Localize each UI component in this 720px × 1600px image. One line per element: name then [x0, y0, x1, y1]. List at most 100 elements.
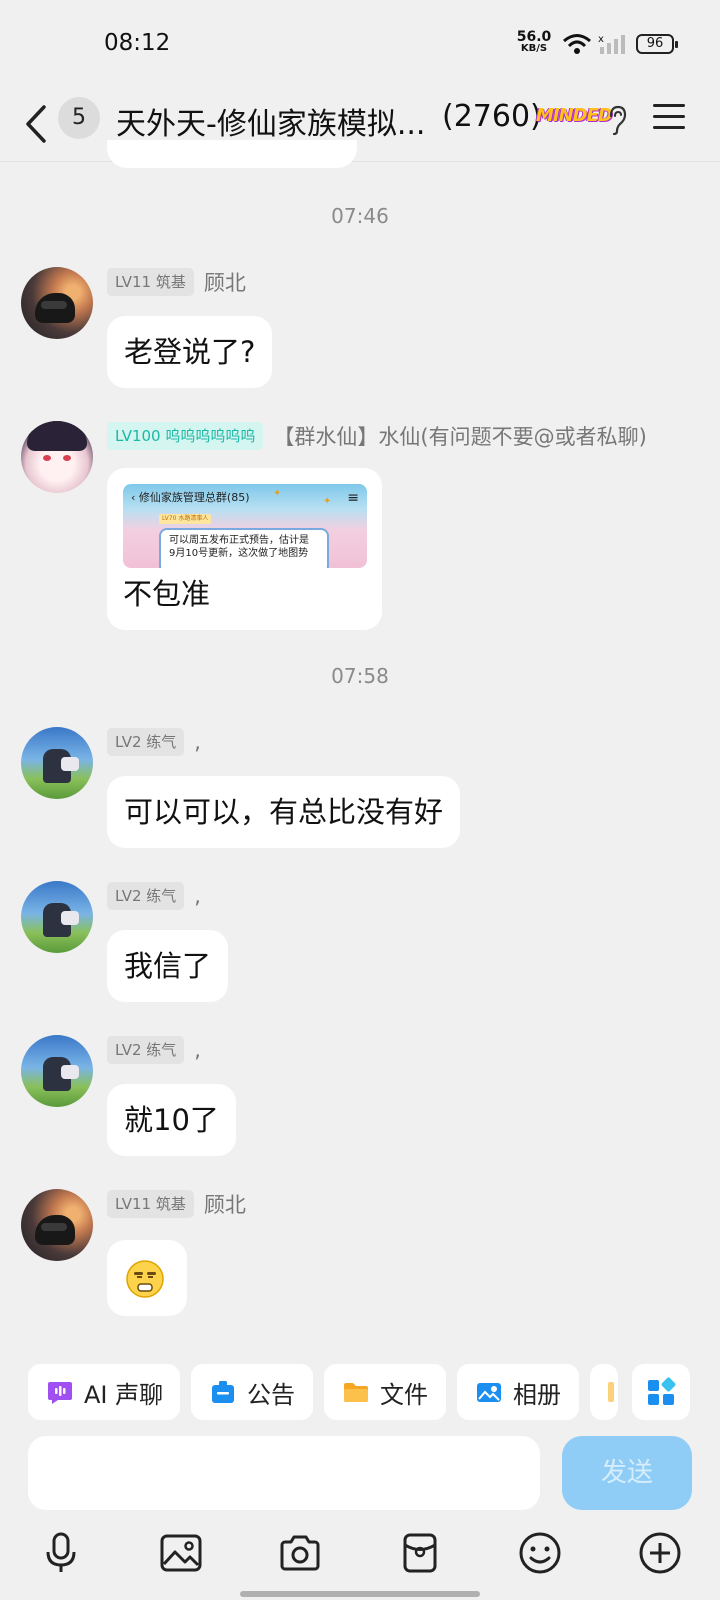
quick-action-album[interactable]: 相册 — [457, 1364, 579, 1420]
sender-row: LV11 筑基 顾北 — [107, 1190, 246, 1218]
timestamp: 07:58 — [331, 664, 389, 688]
avatar[interactable] — [21, 1189, 93, 1261]
network-speed: 56.0 KB/S — [516, 30, 552, 54]
image-message-bubble[interactable]: ‹ 修仙家族管理总群(85) ≡ ✦ ✦ LV70 水路清事人 可以周五发布正式… — [107, 468, 382, 630]
avatar-figure-detail — [61, 1065, 79, 1079]
level-badge: LV11 筑基 — [107, 1190, 194, 1218]
avatar-figure-detail — [61, 757, 79, 771]
sender-nickname[interactable]: , — [194, 1038, 201, 1062]
signal-icon: x — [598, 34, 625, 54]
apps-grid-icon — [648, 1377, 676, 1405]
sender-nickname[interactable]: 顾北 — [204, 1189, 246, 1219]
unread-count-badge[interactable]: 5 — [58, 97, 100, 139]
avatar-eye — [43, 455, 51, 461]
album-icon — [477, 1383, 501, 1402]
thumbnail-back-icon: ‹ — [131, 491, 139, 504]
announcement-icon — [212, 1381, 234, 1403]
emoji-icon — [519, 1532, 561, 1574]
thumbnail-menu-icon: ≡ — [347, 490, 359, 506]
message-text: 不包准 — [123, 577, 211, 611]
quick-action-ai-voice[interactable]: AI 声聊 — [28, 1364, 180, 1420]
sender-nickname[interactable]: , — [194, 730, 201, 754]
wifi-icon — [563, 34, 591, 54]
send-button[interactable]: 发送 — [562, 1436, 692, 1510]
back-arrow-icon[interactable] — [24, 104, 48, 144]
level-badge: LV2 练气 — [107, 1036, 185, 1064]
home-indicator[interactable] — [240, 1591, 480, 1597]
plus-button[interactable] — [635, 1528, 685, 1578]
ai-voice-icon — [48, 1382, 72, 1404]
timestamp: 07:46 — [331, 204, 389, 228]
avatar-visor — [41, 1223, 67, 1231]
thumbnail-text-line: 可以周五发布正式预告，估计是 — [169, 535, 309, 546]
previous-message-bubble[interactable] — [107, 140, 357, 168]
ear-icon[interactable] — [606, 104, 628, 136]
status-time: 08:12 — [104, 30, 171, 56]
smirk-face-emoji-icon — [126, 1260, 164, 1298]
sender-row: LV100 呜呜呜呜呜呜 【群水仙】水仙(有问题不要@或者私聊) — [107, 422, 647, 450]
bird-decoration: ✦ — [273, 488, 282, 499]
input-toolbar — [0, 1528, 720, 1578]
level-badge: LV100 呜呜呜呜呜呜 — [107, 422, 264, 450]
screenshot-thumbnail[interactable]: ‹ 修仙家族管理总群(85) ≡ ✦ ✦ LV70 水路清事人 可以周五发布正式… — [123, 484, 367, 568]
sender-row: LV2 练气 , — [107, 1036, 201, 1064]
sender-nickname[interactable]: 顾北 — [204, 267, 246, 297]
menu-icon[interactable] — [652, 102, 686, 132]
thumbnail-text-line: 9月10号更新，这次做了地图势 — [169, 548, 309, 559]
sender-row: LV2 练气 , — [107, 882, 201, 910]
sender-nickname[interactable]: , — [194, 884, 201, 908]
quick-action-label: AI 声聊 — [84, 1380, 164, 1409]
camera-icon — [280, 1535, 320, 1571]
status-bar: 08:12 56.0 KB/S x 96 — [0, 0, 720, 88]
bird-decoration: ✦ — [323, 496, 332, 507]
emoji-button[interactable] — [515, 1528, 565, 1578]
message-bubble[interactable]: 就10了 — [107, 1084, 236, 1156]
quick-actions-bar: AI 声聊 公告 文件 相册 — [0, 1364, 720, 1420]
avatar[interactable] — [21, 1035, 93, 1107]
message-bubble[interactable]: 可以可以，有总比没有好 — [107, 776, 461, 848]
level-badge: LV11 筑基 — [107, 268, 194, 296]
message-bubble[interactable]: 老登说了? — [107, 316, 273, 388]
sender-row: LV2 练气 , — [107, 728, 201, 756]
svg-text:x: x — [598, 34, 604, 45]
avatar[interactable] — [21, 421, 93, 493]
network-speed-value: 56.0 — [516, 29, 552, 45]
member-count[interactable]: (2760) — [442, 99, 542, 134]
avatar-hair — [27, 421, 87, 451]
quick-action-label: 公告 — [247, 1380, 295, 1409]
voice-button[interactable] — [36, 1528, 86, 1578]
microphone-icon — [46, 1532, 76, 1572]
level-badge: LV2 练气 — [107, 728, 185, 756]
image-button[interactable] — [156, 1528, 206, 1578]
avatar-visor — [41, 301, 67, 309]
red-packet-button[interactable] — [395, 1528, 445, 1578]
sender-nickname[interactable]: 【群水仙】水仙(有问题不要@或者私聊) — [273, 421, 646, 451]
red-packet-icon — [403, 1533, 437, 1573]
plus-icon — [639, 1532, 681, 1574]
network-speed-unit: KB/S — [520, 43, 548, 54]
message-bubble[interactable]: 我信了 — [107, 930, 229, 1002]
avatar-eye — [63, 455, 71, 461]
quick-action-label: 相册 — [513, 1380, 561, 1409]
thumbnail-message-card: 可以周五发布正式预告，估计是 9月10号更新，这次做了地图势 — [159, 528, 329, 568]
partial-icon — [608, 1382, 614, 1402]
camera-button[interactable] — [275, 1528, 325, 1578]
sticker-bubble[interactable] — [107, 1240, 187, 1316]
avatar[interactable] — [21, 267, 93, 339]
avatar[interactable] — [21, 881, 93, 953]
thumbnail-level-badge: LV70 水路清事人 — [159, 514, 212, 524]
avatar-figure-detail — [61, 911, 79, 925]
quick-action-announcement[interactable]: 公告 — [191, 1364, 313, 1420]
minded-tag[interactable]: MINDED — [536, 105, 613, 126]
quick-action-label: 文件 — [380, 1380, 428, 1409]
group-title[interactable]: 天外天-修仙家族模拟... — [116, 99, 425, 143]
message-input[interactable] — [28, 1436, 540, 1510]
quick-action-files[interactable]: 文件 — [324, 1364, 446, 1420]
quick-action-more[interactable] — [590, 1364, 618, 1420]
thumbnail-title-text: 修仙家族管理总群(85) — [138, 491, 250, 504]
avatar[interactable] — [21, 727, 93, 799]
folder-icon — [344, 1383, 368, 1402]
apps-grid-button[interactable] — [632, 1364, 690, 1420]
level-badge: LV2 练气 — [107, 882, 185, 910]
image-icon — [160, 1534, 202, 1572]
